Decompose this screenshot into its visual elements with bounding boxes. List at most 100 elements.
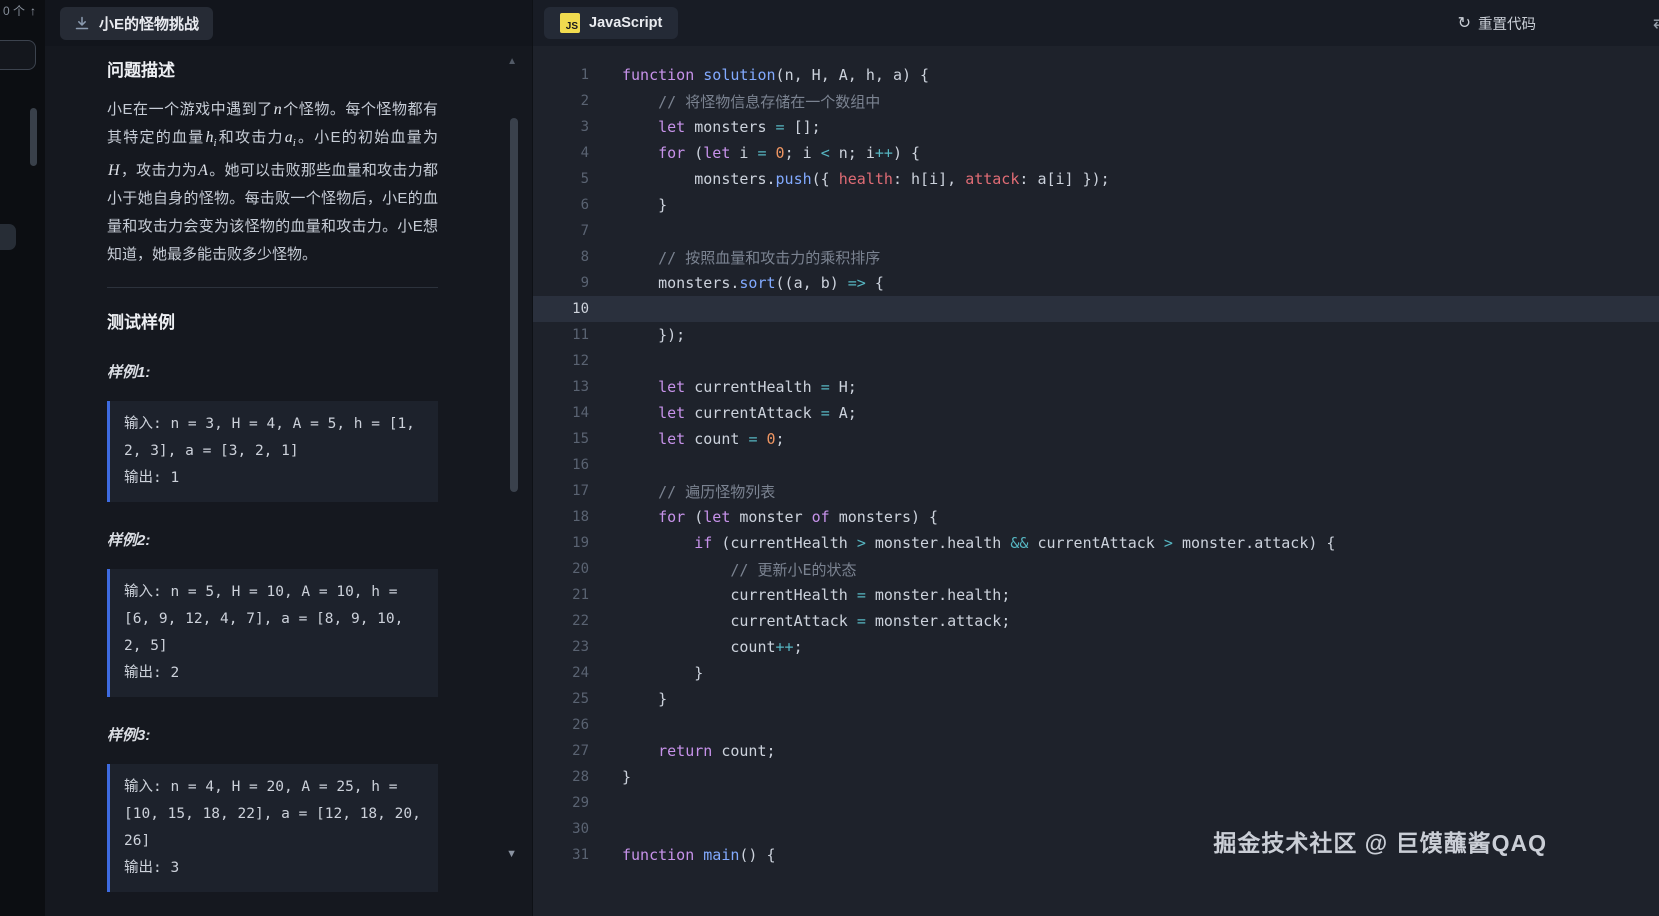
math-var-n: n xyxy=(273,101,283,118)
code-line[interactable]: 18 for (let monster of monsters) { xyxy=(533,504,1659,530)
tab-javascript[interactable]: JS JavaScript xyxy=(544,7,678,39)
code-line[interactable]: 17 // 遍历怪物列表 xyxy=(533,478,1659,504)
code-line[interactable]: 29 xyxy=(533,790,1659,816)
code-line[interactable]: 23 count++; xyxy=(533,634,1659,660)
input-label: 输入: xyxy=(124,416,162,432)
challenge-title: 小E的怪物挑战 xyxy=(99,13,199,34)
code-line[interactable]: 9 monsters.sort((a, b) => { xyxy=(533,270,1659,296)
line-number: 16 xyxy=(533,457,589,473)
code-text: currentHealth = monster.health; xyxy=(622,586,1010,604)
code-text xyxy=(622,352,631,370)
line-number: 11 xyxy=(533,327,589,343)
line-number: 21 xyxy=(533,587,589,603)
result-counter: 0 个 ↑ xyxy=(3,2,36,19)
line-number: 2 xyxy=(533,93,589,109)
code-text: // 更新小E的状态 xyxy=(622,559,857,580)
code-line[interactable]: 22 currentAttack = monster.attack; xyxy=(533,608,1659,634)
sample-1-block: 输入: n = 3, H = 4, A = 5, h = [1, 2, 3], … xyxy=(107,401,438,502)
description-heading: 问题描述 xyxy=(107,60,438,82)
sample-3-label: 样例3: xyxy=(107,724,438,745)
collapsed-panel-handle[interactable] xyxy=(0,40,36,70)
swap-horizontal-icon[interactable]: ⇄ xyxy=(1653,13,1659,33)
code-line[interactable]: 21 currentHealth = monster.health; xyxy=(533,582,1659,608)
tab-label: JavaScript xyxy=(589,15,662,31)
code-text: let currentAttack = A; xyxy=(622,404,857,422)
desc-text: ，攻击力为 xyxy=(121,162,198,179)
code-text: monsters.sort((a, b) => { xyxy=(622,274,884,292)
input-label: 输入: xyxy=(124,779,162,795)
code-line[interactable]: 25 } xyxy=(533,686,1659,712)
line-number: 12 xyxy=(533,353,589,369)
code-line[interactable]: 28} xyxy=(533,764,1659,790)
line-number: 18 xyxy=(533,509,589,525)
reset-code-button[interactable]: ↻ 重置代码 xyxy=(1458,0,1536,46)
challenge-title-chip[interactable]: 小E的怪物挑战 xyxy=(60,7,213,40)
refresh-icon: ↻ xyxy=(1458,15,1471,31)
app-root: 0 个 ↑ 小E的怪物挑战 问题描述 小E在一个游戏中遇到了n个怪物。每个怪物都… xyxy=(0,0,1659,916)
scroll-down-arrow-icon[interactable]: ▼ xyxy=(506,848,517,860)
code-text xyxy=(622,456,631,474)
code-line[interactable]: 16 xyxy=(533,452,1659,478)
code-text: } xyxy=(622,690,667,708)
code-editor[interactable]: 1 function solution(n, H, A, h, a) { 2 // … xyxy=(533,46,1659,916)
scrollbar-thumb[interactable] xyxy=(510,118,518,492)
code-text xyxy=(622,716,631,734)
code-line[interactable]: 7 xyxy=(533,218,1659,244)
code-text: monsters.push({ health: h[i], attack: a[… xyxy=(622,170,1110,188)
output-value: 3 xyxy=(170,860,179,876)
code-text: currentAttack = monster.attack; xyxy=(622,612,1010,630)
code-line[interactable]: 8 // 按照血量和攻击力的乘积排序 xyxy=(533,244,1659,270)
code-text xyxy=(622,794,631,812)
code-line[interactable]: 13 let currentHealth = H; xyxy=(533,374,1659,400)
line-number: 9 xyxy=(533,275,589,291)
desc-text: 和攻击力 xyxy=(218,129,284,146)
math-var-ai: ai xyxy=(284,129,297,146)
line-number: 28 xyxy=(533,769,589,785)
code-line[interactable]: 12 xyxy=(533,348,1659,374)
code-line[interactable]: 14 let currentAttack = A; xyxy=(533,400,1659,426)
line-number: 25 xyxy=(533,691,589,707)
code-line[interactable]: 10 xyxy=(533,296,1659,322)
code-line[interactable]: 15 let count = 0; xyxy=(533,426,1659,452)
math-var-A: A xyxy=(197,162,209,179)
strip-scrollbar-thumb[interactable] xyxy=(30,108,37,166)
code-line[interactable]: 1 function solution(n, H, A, h, a) { xyxy=(533,62,1659,88)
line-number: 26 xyxy=(533,717,589,733)
code-text: } xyxy=(622,768,631,786)
line-number: 27 xyxy=(533,743,589,759)
code-line[interactable]: 5 monsters.push({ health: h[i], attack: … xyxy=(533,166,1659,192)
scroll-up-arrow-icon[interactable]: ▲ xyxy=(507,56,517,67)
code-line[interactable]: 4 for (let i = 0; i < n; i++) { xyxy=(533,140,1659,166)
code-text: if (currentHealth > monster.health && cu… xyxy=(622,534,1335,552)
output-value: 2 xyxy=(170,665,179,681)
code-line[interactable]: 6 } xyxy=(533,192,1659,218)
code-line[interactable]: 11 }); xyxy=(533,322,1659,348)
output-value: 1 xyxy=(170,470,179,486)
line-number: 30 xyxy=(533,821,589,837)
code-line[interactable]: 27 return count; xyxy=(533,738,1659,764)
output-label: 输出: xyxy=(124,470,162,486)
up-arrow-icon[interactable]: ↑ xyxy=(30,4,36,18)
line-number: 10 xyxy=(533,301,589,317)
code-text xyxy=(622,300,631,318)
code-line[interactable]: 19 if (currentHealth > monster.health &&… xyxy=(533,530,1659,556)
problem-body: 问题描述 小E在一个游戏中遇到了n个怪物。每个怪物都有其特定的血量hi和攻击力a… xyxy=(45,46,532,892)
code-line[interactable]: 24 } xyxy=(533,660,1659,686)
line-number: 1 xyxy=(533,67,589,83)
output-label: 输出: xyxy=(124,665,162,681)
samples-heading: 测试样例 xyxy=(107,312,438,334)
line-number: 23 xyxy=(533,639,589,655)
code-line[interactable]: 20 // 更新小E的状态 xyxy=(533,556,1659,582)
line-number: 20 xyxy=(533,561,589,577)
collapsed-panel-handle-2[interactable] xyxy=(0,224,16,250)
problem-description: 小E在一个游戏中遇到了n个怪物。每个怪物都有其特定的血量hi和攻击力ai。小E的… xyxy=(107,96,438,269)
code-line[interactable]: 3 let monsters = []; xyxy=(533,114,1659,140)
code-text: function solution(n, H, A, h, a) { xyxy=(622,66,929,84)
line-number: 14 xyxy=(533,405,589,421)
line-number: 8 xyxy=(533,249,589,265)
desc-text: 小E在一个游戏中遇到了 xyxy=(107,101,273,118)
section-divider xyxy=(107,287,438,288)
code-line[interactable]: 26 xyxy=(533,712,1659,738)
download-icon xyxy=(74,15,90,31)
code-line[interactable]: 2 // 将怪物信息存储在一个数组中 xyxy=(533,88,1659,114)
